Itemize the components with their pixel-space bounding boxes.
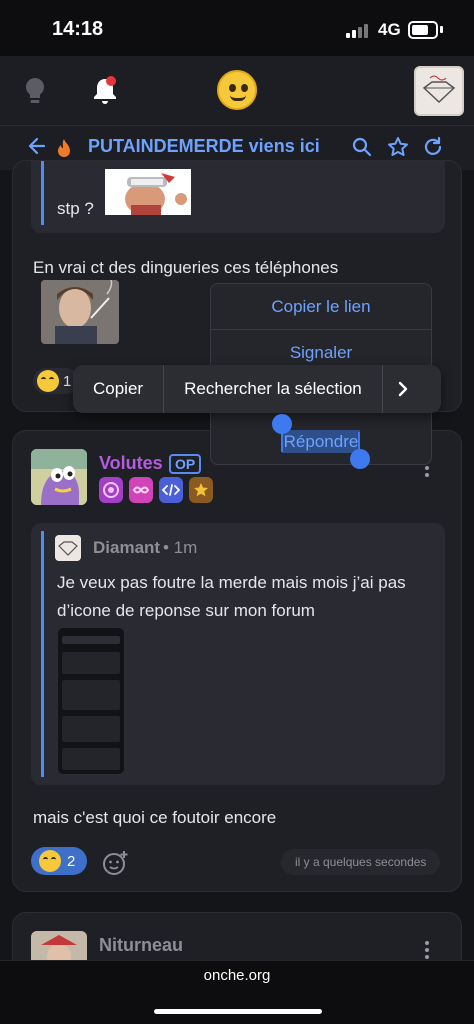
battery-icon bbox=[408, 21, 438, 39]
selected-reply-text[interactable]: Répondre bbox=[281, 430, 361, 453]
post-card: Volutes OP Diamant • 1m Je veux pas fout… bbox=[12, 430, 462, 892]
search-selection-action[interactable]: Rechercher la sélection bbox=[164, 365, 383, 413]
status-bar: 14:18 4G bbox=[0, 0, 474, 56]
copy-link-item[interactable]: Copier le lien bbox=[211, 297, 431, 317]
arrow-left-icon[interactable] bbox=[28, 136, 46, 162]
star-badge-icon bbox=[189, 477, 213, 503]
sticker-image bbox=[105, 169, 191, 215]
quote-block: stp ? bbox=[31, 161, 445, 233]
op-badge: OP bbox=[169, 454, 202, 474]
add-reaction-icon[interactable] bbox=[101, 849, 129, 882]
author-name[interactable]: Niturneau bbox=[99, 935, 183, 956]
refresh-icon[interactable] bbox=[422, 136, 444, 163]
quote-time: • 1m bbox=[163, 538, 198, 557]
browser-address-bar: onche.org bbox=[0, 960, 474, 1024]
post-text: En vrai ct des dingueries ces téléphones bbox=[33, 258, 339, 277]
code-badge-icon bbox=[159, 477, 183, 503]
reaction-count: 2 bbox=[67, 852, 76, 870]
topic-title[interactable]: PUTAINDEMERDE viens ici bbox=[88, 136, 320, 157]
author-avatar[interactable] bbox=[31, 449, 87, 505]
smiley-emoji-icon bbox=[37, 370, 59, 392]
user-avatar[interactable] bbox=[414, 66, 464, 116]
more-vertical-icon[interactable] bbox=[425, 941, 429, 962]
screenshot-image[interactable] bbox=[57, 627, 125, 775]
post-timestamp: il y a quelques secondes bbox=[281, 849, 441, 875]
author-name[interactable]: Volutes bbox=[99, 453, 163, 474]
spiral-badge-icon bbox=[99, 477, 123, 503]
bulb-icon[interactable] bbox=[22, 76, 48, 111]
home-indicator[interactable] bbox=[154, 1009, 322, 1014]
status-time: 14:18 bbox=[52, 18, 104, 40]
notification-dot bbox=[106, 76, 116, 86]
search-icon[interactable] bbox=[352, 136, 372, 163]
badge-list bbox=[99, 477, 213, 503]
post-text: mais c'est quoi ce foutoir encore bbox=[33, 808, 277, 827]
quote-author[interactable]: Diamant bbox=[93, 538, 160, 558]
app-header bbox=[0, 56, 474, 126]
quote-author-avatar bbox=[55, 535, 81, 561]
text-selection-menu: Copier Rechercher la sélection bbox=[73, 365, 441, 413]
selection-end-handle[interactable] bbox=[350, 449, 370, 469]
quote-text: Je veux pas foutre la merde mais mois j’… bbox=[57, 573, 406, 620]
smiley-emoji-icon bbox=[39, 850, 61, 872]
infinity-badge-icon bbox=[129, 477, 153, 503]
quote-block: Diamant • 1m Je veux pas foutre la merde… bbox=[31, 523, 445, 785]
star-icon[interactable] bbox=[387, 136, 409, 163]
url-text[interactable]: onche.org bbox=[0, 967, 474, 984]
reply-item[interactable]: Répondre bbox=[211, 430, 431, 453]
copy-action[interactable]: Copier bbox=[73, 365, 165, 413]
site-logo[interactable] bbox=[217, 70, 257, 110]
report-item[interactable]: Signaler bbox=[211, 343, 431, 363]
sticker-image bbox=[41, 280, 119, 344]
quote-text: stp ? bbox=[57, 199, 94, 218]
reaction-count: 1 bbox=[63, 372, 72, 390]
signal-icon bbox=[346, 24, 372, 38]
chevron-right-icon[interactable] bbox=[383, 365, 423, 413]
network-type: 4G bbox=[378, 20, 401, 39]
reaction-button[interactable]: 2 bbox=[31, 847, 88, 875]
